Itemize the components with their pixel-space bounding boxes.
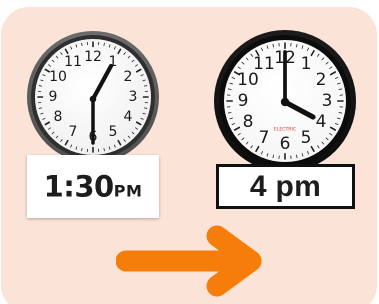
- clock-right-tick: [272, 43, 274, 48]
- clock-right-numeral-7: 7: [259, 128, 270, 148]
- clock-left-tick: [81, 147, 83, 152]
- clock-left-numeral-8: 8: [54, 109, 63, 125]
- clock-left-center-pin: [89, 95, 97, 103]
- clock-left-numeral-7: 7: [69, 124, 78, 140]
- time-label-left-main: 1:30: [43, 169, 115, 203]
- clock-right-brand-text: ELECTRIC: [274, 127, 296, 133]
- clock-right-tick: [338, 88, 343, 90]
- clock-left-numeral-10: 10: [49, 69, 67, 85]
- clock-left-numeral-9: 9: [49, 89, 58, 105]
- time-card-left: 1:30PM: [27, 155, 159, 218]
- clock-left-numeral-12: 12: [84, 49, 102, 65]
- time-label-left-suffix: PM: [113, 181, 143, 200]
- clock-right-numeral-2: 2: [316, 70, 327, 90]
- time-card-right: 4 pm: [216, 164, 355, 209]
- clock-right-numeral-9: 9: [238, 91, 249, 111]
- clock-right-numeral-1: 1: [301, 54, 312, 74]
- clock-right-tick: [296, 154, 298, 159]
- clock-right-numeral-3: 3: [322, 91, 333, 111]
- right-arrow-icon: [116, 220, 266, 298]
- clock-left-numeral-4: 4: [124, 109, 133, 125]
- clock-left-numeral-5: 5: [109, 124, 118, 140]
- page: 12 1 2 3 4 5 6 7 8 9 10 11 1:30PM: [0, 0, 379, 304]
- clock-right-numeral-5: 5: [301, 128, 312, 148]
- clock-right-tick: [296, 43, 298, 48]
- clock-left-tick: [81, 42, 83, 47]
- clock-right-numeral-6: 6: [280, 134, 291, 154]
- clock-right-center-pin: [280, 97, 290, 107]
- clock-left-tick: [143, 85, 148, 87]
- clock-left-tick: [143, 107, 148, 109]
- analog-clock-left: 12 1 2 3 4 5 6 7 8 9 10 11: [25, 29, 161, 165]
- clock-left-numeral-11: 11: [64, 54, 82, 70]
- clock-left-tick: [38, 107, 43, 109]
- clock-right-tick: [227, 112, 232, 114]
- clock-right-tick: [338, 112, 343, 114]
- clock-right-tick: [227, 88, 232, 90]
- clock-left-tick: [38, 85, 43, 87]
- analog-clock-right: 12 1 2 3 4 5 6 7 8 9 10 11 ELECTRIC: [212, 28, 358, 174]
- clock-right-numeral-8: 8: [243, 112, 254, 132]
- clock-right-numeral-4: 4: [316, 112, 327, 132]
- clock-left-tick: [103, 147, 105, 152]
- clock-left-numeral-3: 3: [129, 89, 138, 105]
- clock-left-numeral-2: 2: [124, 69, 133, 85]
- time-label-right: 4 pm: [249, 169, 322, 203]
- time-label-left: 1:30PM: [27, 172, 159, 201]
- clock-right-tick: [272, 154, 274, 159]
- clock-right-numeral-11: 11: [253, 54, 275, 74]
- clock-left-tick: [103, 42, 105, 47]
